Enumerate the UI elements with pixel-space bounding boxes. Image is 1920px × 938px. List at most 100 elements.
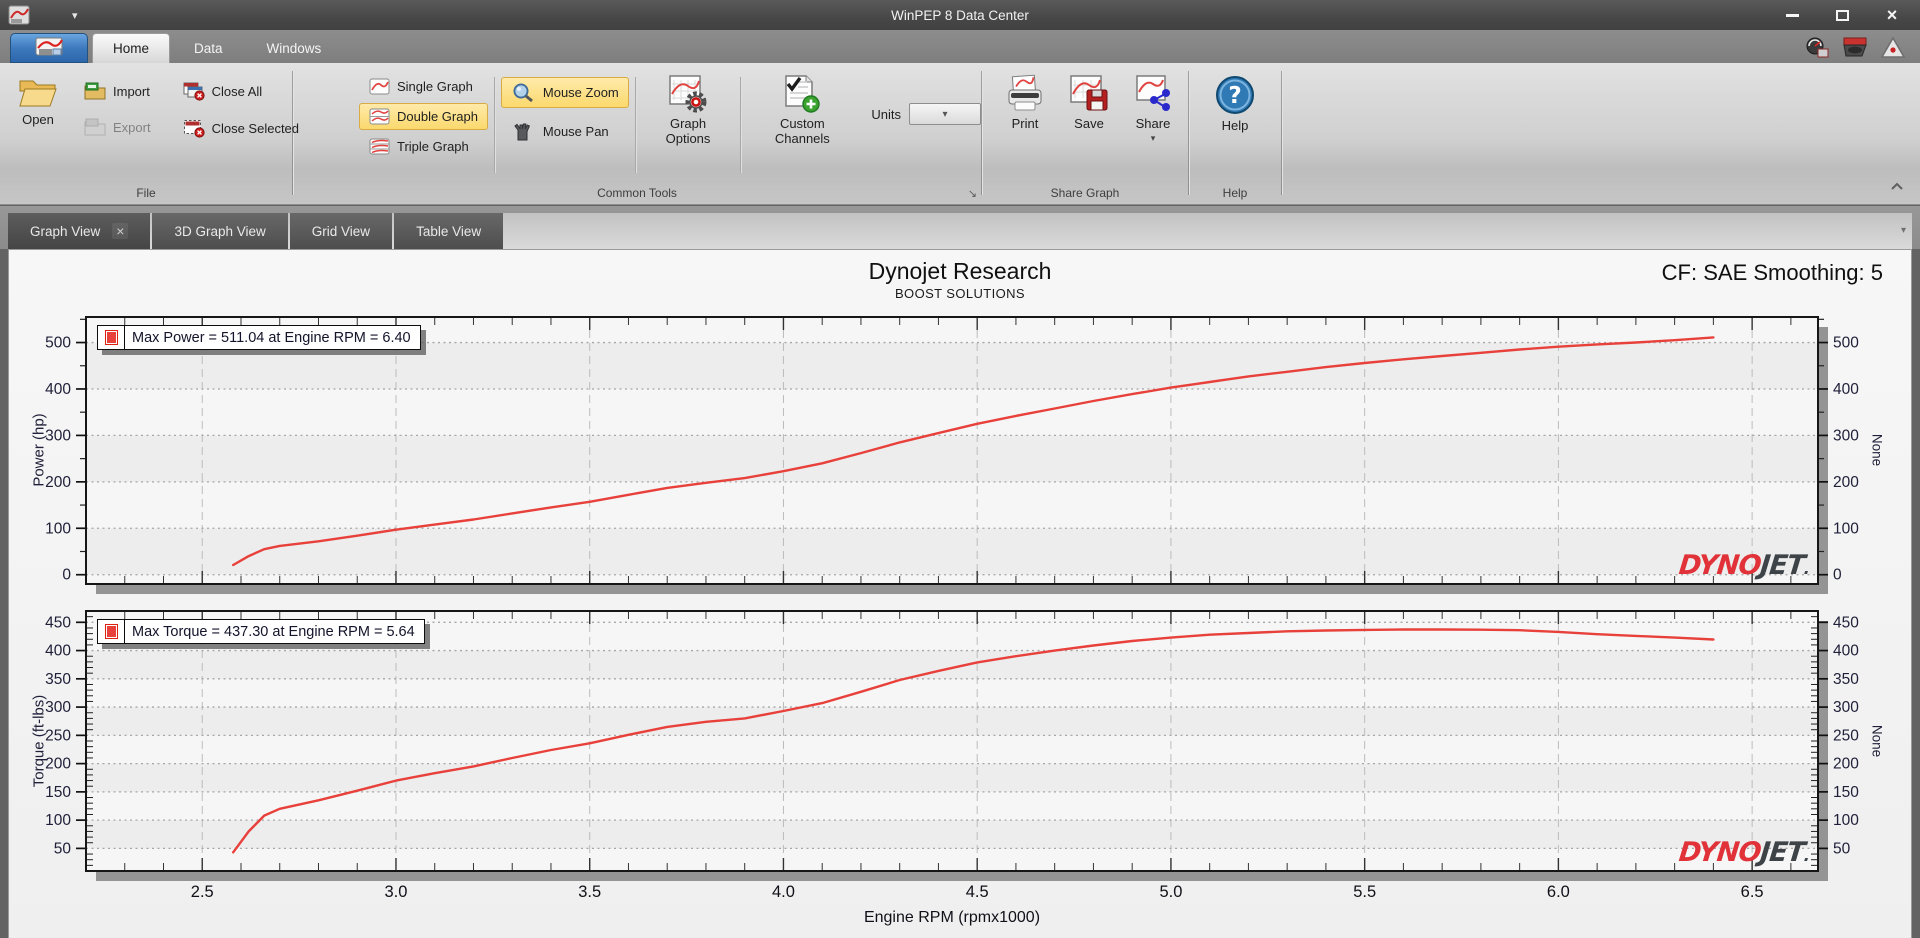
close-selected-icon — [183, 120, 205, 138]
save-label: Save — [1074, 116, 1104, 131]
svg-text:400: 400 — [1833, 381, 1859, 398]
export-csv-icon — [84, 118, 106, 136]
close-all-button[interactable]: Close All — [173, 77, 309, 106]
minimize-button[interactable] — [1774, 4, 1810, 26]
svg-text:6.5: 6.5 — [1741, 883, 1764, 901]
group-label-common-tools: Common Tools — [597, 186, 677, 200]
svg-text:300: 300 — [1833, 699, 1859, 716]
svg-text:5.5: 5.5 — [1353, 883, 1376, 901]
torque-right-axis-label: None — [1869, 724, 1885, 758]
graph-subtitle: BOOST SOLUTIONS — [894, 286, 1025, 301]
common-tools-dialog-launcher[interactable]: ↘ — [968, 187, 977, 200]
svg-text:4.5: 4.5 — [966, 883, 989, 901]
tab-table-view[interactable]: Table View — [394, 213, 504, 249]
power-legend-text: Max Power = 511.04 at Engine RPM = 6.40 — [132, 329, 411, 346]
export-label: Export — [113, 119, 151, 135]
double-graph-button[interactable]: Double Graph — [359, 103, 488, 130]
ribbon-tab-home[interactable]: Home — [92, 33, 171, 63]
ribbon-tab-strip: Home Data Windows — [0, 30, 1920, 63]
help-button[interactable]: ? Help — [1206, 69, 1264, 139]
svg-text:300: 300 — [1833, 427, 1859, 444]
units-dropdown-arrow-icon: ▾ — [942, 108, 948, 120]
close-selected-button[interactable]: Close Selected — [173, 114, 309, 143]
warning-triangle-icon[interactable] — [1880, 36, 1906, 60]
svg-text:150: 150 — [45, 784, 71, 801]
svg-text:450: 450 — [1833, 614, 1859, 631]
single-graph-icon — [369, 78, 390, 95]
torque-legend-text: Max Torque = 437.30 at Engine RPM = 5.64 — [132, 623, 415, 640]
dyno-drum-icon[interactable] — [1842, 36, 1868, 60]
custom-channels-icon — [785, 75, 821, 113]
mouse-zoom-button[interactable]: Mouse Zoom — [500, 77, 629, 108]
share-button[interactable]: Share ▾ — [1124, 69, 1182, 148]
svg-text:500: 500 — [45, 335, 71, 352]
torque-legend[interactable]: Max Torque = 437.30 at Engine RPM = 5.64 — [97, 619, 425, 644]
triple-graph-button[interactable]: Triple Graph — [359, 133, 488, 160]
export-button[interactable]: Export — [74, 113, 161, 141]
graph-options-button[interactable]: Graph Options — [642, 69, 735, 152]
torque-chart[interactable]: 50 50 100 100 150 150 200 200 250 250 300 300 350 350… — [9, 601, 1913, 937]
dynojet-logo: DYNOJET. — [1676, 550, 1810, 581]
ribbon-tab-data[interactable]: Data — [174, 33, 243, 63]
ribbon-group-common-tools: Single Graph Double Graph Triple Graph M… — [293, 63, 982, 204]
tab-graph-view[interactable]: Graph View × — [8, 213, 151, 249]
tab-grid-view[interactable]: Grid View — [289, 213, 393, 249]
maximize-button[interactable] — [1824, 4, 1860, 26]
close-selected-label: Close Selected — [211, 121, 300, 136]
group-label-file: File — [136, 186, 156, 200]
tab-overflow-dropdown-icon[interactable]: ▾ — [1901, 225, 1906, 236]
tab-close-icon[interactable]: × — [112, 223, 129, 239]
single-graph-button[interactable]: Single Graph — [359, 73, 488, 100]
power-chart[interactable]: 0 0 100 100 200 200 300 300 400 400 500 500 Power (… — [9, 307, 1913, 601]
units-dropdown[interactable]: ▾ — [909, 103, 982, 125]
svg-text:150: 150 — [1833, 784, 1859, 801]
svg-text:100: 100 — [45, 520, 71, 537]
svg-text:400: 400 — [1833, 643, 1859, 660]
chevron-up-icon — [1891, 182, 1903, 190]
group-label-share-graph: Share Graph — [1050, 186, 1120, 200]
svg-text:100: 100 — [45, 812, 71, 829]
custom-channels-button[interactable]: Custom Channels — [747, 69, 857, 152]
application-button[interactable] — [10, 33, 88, 63]
tab-graph-view-label: Graph View — [30, 223, 101, 239]
title-bar: ▾ WinPEP 8 Data Center × — [0, 0, 1920, 30]
share-dropdown-arrow-icon: ▾ — [1150, 132, 1156, 143]
ribbon-group-share-graph: Print Save Share ▾ Share Graph — [982, 63, 1188, 204]
save-button[interactable]: Save — [1060, 69, 1118, 137]
svg-text:?: ? — [1228, 83, 1241, 109]
tab-table-view-label: Table View — [416, 223, 482, 239]
import-label: Import — [113, 83, 150, 99]
import-button[interactable]: Import — [74, 77, 161, 105]
svg-text:5.0: 5.0 — [1159, 883, 1182, 901]
power-legend[interactable]: Max Power = 511.04 at Engine RPM = 6.40 — [97, 325, 421, 350]
torque-series-swatch — [98, 620, 125, 643]
ribbon-group-help: ? Help Help — [1189, 63, 1281, 204]
open-folder-icon — [19, 80, 57, 107]
ribbon-tab-windows[interactable]: Windows — [247, 33, 342, 63]
ribbon-collapse-button[interactable] — [1890, 178, 1904, 196]
open-button[interactable]: Open — [10, 69, 66, 133]
dyno-gauge-icon[interactable] — [1804, 36, 1830, 60]
power-y-axis-label: Power (hp) — [30, 413, 48, 487]
x-axis-label: Engine RPM (rpmx1000) — [863, 909, 1041, 926]
print-button[interactable]: Print — [996, 69, 1054, 137]
triple-graph-icon — [369, 138, 390, 155]
svg-text:400: 400 — [45, 643, 71, 660]
close-button[interactable]: × — [1874, 4, 1910, 26]
triple-graph-label: Triple Graph — [397, 139, 469, 154]
power-series-swatch — [98, 326, 125, 349]
svg-text:200: 200 — [1833, 756, 1859, 773]
svg-text:250: 250 — [45, 727, 71, 744]
tab-3d-graph-view[interactable]: 3D Graph View — [152, 213, 288, 249]
svg-text:3.5: 3.5 — [578, 883, 601, 901]
ribbon-group-file: Open Import Export Close All Close Selec… — [0, 63, 299, 204]
svg-text:200: 200 — [1833, 474, 1859, 491]
svg-text:250: 250 — [1833, 727, 1859, 744]
print-label: Print — [1011, 116, 1039, 131]
torque-chart-canvas: 50 50 100 100 150 150 200 200 250 250 300 300 350 350… — [45, 610, 1859, 901]
svg-text:500: 500 — [1833, 335, 1859, 352]
view-tab-strip: Graph View × 3D Graph View Grid View Tab… — [8, 213, 1912, 249]
import-csv-icon — [84, 82, 106, 100]
mouse-pan-button[interactable]: Mouse Pan — [501, 116, 629, 147]
svg-text:6.0: 6.0 — [1547, 883, 1570, 901]
